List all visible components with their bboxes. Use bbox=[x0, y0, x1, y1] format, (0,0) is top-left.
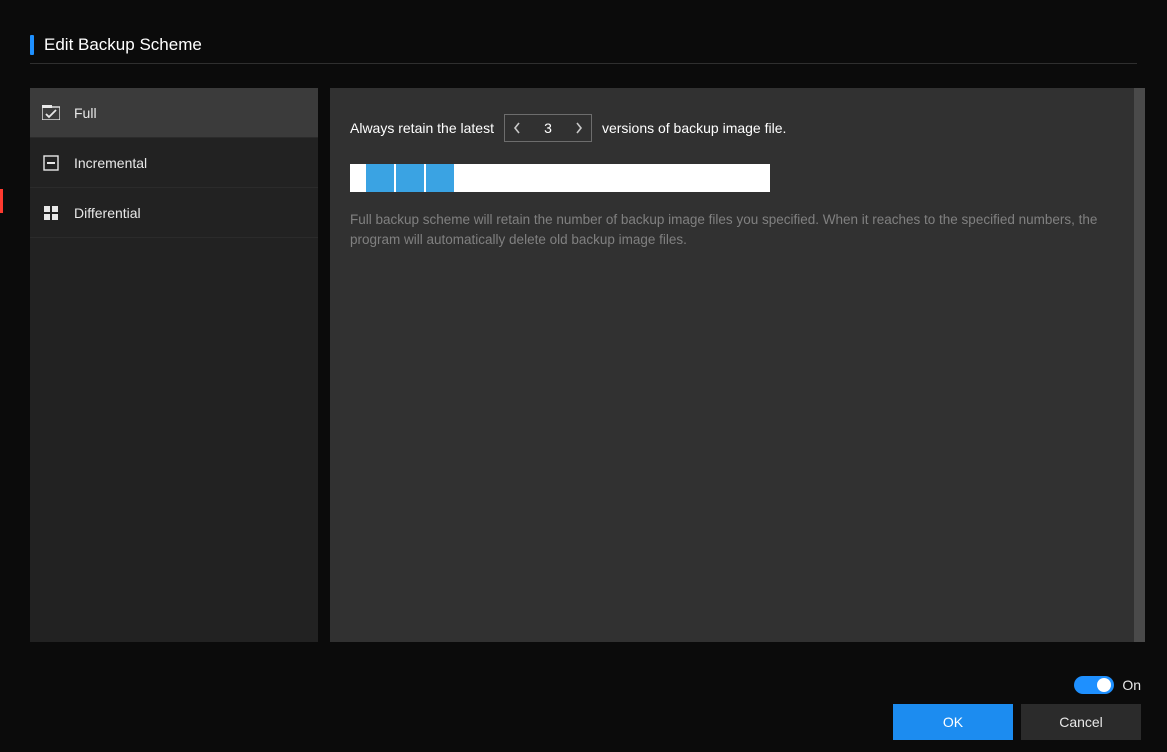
toggle-state-label: On bbox=[1122, 677, 1141, 693]
title-inner: Edit Backup Scheme bbox=[30, 35, 1137, 64]
sidebar-item-differential[interactable]: Differential bbox=[30, 188, 318, 238]
cancel-button[interactable]: Cancel bbox=[1021, 704, 1141, 740]
title-bar: Edit Backup Scheme bbox=[0, 0, 1167, 74]
sidebar-item-incremental[interactable]: Incremental bbox=[30, 138, 318, 188]
chevron-left-icon bbox=[513, 122, 521, 134]
sidebar: Full Incremental bbox=[30, 88, 318, 642]
sidebar-item-label: Incremental bbox=[74, 155, 147, 171]
versions-stepper: 3 bbox=[504, 114, 592, 142]
scheme-description: Full backup scheme will retain the numbe… bbox=[350, 210, 1130, 251]
version-block bbox=[366, 164, 394, 192]
scrollbar-thumb[interactable] bbox=[1134, 88, 1145, 642]
scrollbar[interactable] bbox=[1134, 88, 1145, 642]
retain-row: Always retain the latest 3 bbox=[350, 114, 1145, 142]
page-title: Edit Backup Scheme bbox=[44, 35, 202, 55]
title-accent-bar bbox=[30, 35, 34, 55]
dialog-window: Edit Backup Scheme Full bbox=[0, 0, 1167, 752]
scheme-toggle-row: On bbox=[1074, 676, 1141, 694]
version-block bbox=[426, 164, 454, 192]
full-icon bbox=[42, 104, 60, 122]
version-blocks-bar bbox=[350, 164, 770, 192]
stepper-increment[interactable] bbox=[567, 115, 591, 141]
sidebar-item-full[interactable]: Full bbox=[30, 88, 318, 138]
scheme-toggle[interactable] bbox=[1074, 676, 1114, 694]
sidebar-item-label: Full bbox=[74, 105, 97, 121]
toggle-knob bbox=[1097, 678, 1111, 692]
footer: On OK Cancel bbox=[893, 676, 1141, 740]
sidebar-item-label: Differential bbox=[74, 205, 141, 221]
stepper-value[interactable]: 3 bbox=[529, 120, 567, 136]
left-edge-indicator bbox=[0, 189, 3, 213]
content-panel: Always retain the latest 3 bbox=[330, 88, 1145, 642]
stepper-decrement[interactable] bbox=[505, 115, 529, 141]
content-wrap: Always retain the latest 3 bbox=[330, 88, 1145, 642]
incremental-icon bbox=[42, 154, 60, 172]
version-block bbox=[396, 164, 424, 192]
retain-suffix: versions of backup image file. bbox=[602, 120, 786, 136]
body-area: Full Incremental bbox=[30, 88, 1145, 642]
block-gap bbox=[350, 164, 366, 192]
chevron-right-icon bbox=[575, 122, 583, 134]
retain-prefix: Always retain the latest bbox=[350, 120, 494, 136]
ok-button[interactable]: OK bbox=[893, 704, 1013, 740]
button-row: OK Cancel bbox=[893, 704, 1141, 740]
differential-icon bbox=[42, 204, 60, 222]
